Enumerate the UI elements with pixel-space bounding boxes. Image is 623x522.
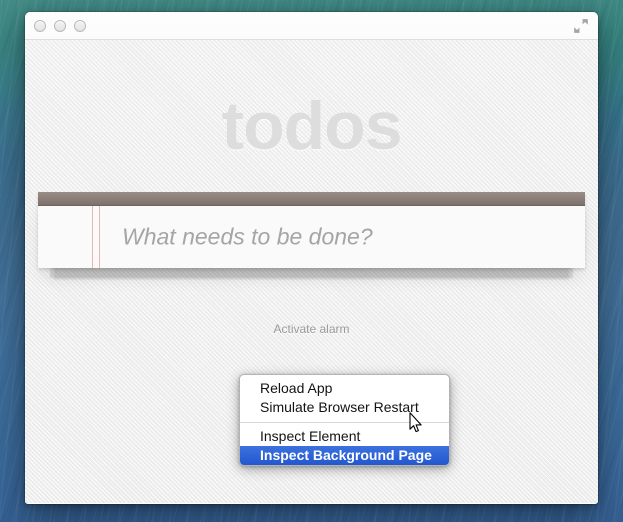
menu-separator [240,422,449,423]
window-title-bar[interactable] [25,12,598,40]
close-button[interactable] [34,20,46,32]
fullscreen-expand-icon[interactable] [573,18,589,34]
page-title: todos [25,40,598,160]
traffic-light-group [34,20,86,32]
new-todo-box: What needs to be done? [38,192,585,268]
app-window: todos What needs to be done? Activate al… [25,12,598,504]
zoom-button[interactable] [74,20,86,32]
menu-item-simulate-browser-restart[interactable]: Simulate Browser Restart [240,398,449,417]
desktop-background: todos What needs to be done? Activate al… [0,0,623,522]
margin-rule-line-right [99,206,100,268]
margin-rule-line-left [92,206,93,268]
menu-item-inspect-background-page[interactable]: Inspect Background Page [240,446,449,465]
new-todo-input[interactable]: What needs to be done? [38,206,585,268]
menu-item-inspect-element[interactable]: Inspect Element [240,427,449,446]
notebook-topbar [38,192,585,206]
menu-item-reload-app[interactable]: Reload App [240,379,449,398]
new-todo-placeholder-text: What needs to be done? [122,224,373,251]
minimize-button[interactable] [54,20,66,32]
app-content-area: todos What needs to be done? Activate al… [25,40,598,503]
context-menu[interactable]: Reload App Simulate Browser Restart Insp… [239,374,450,466]
activate-alarm-link[interactable]: Activate alarm [25,322,598,336]
